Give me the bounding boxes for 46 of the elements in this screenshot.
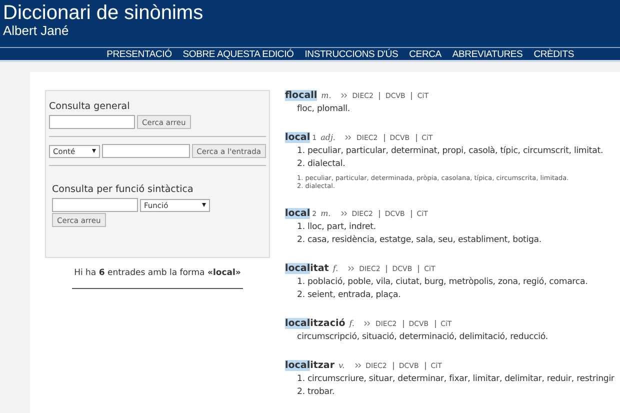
grammar-label: m.	[321, 91, 332, 100]
synonym-line: 1. lloc, part, indret.	[297, 222, 377, 232]
nav-link[interactable]: SOBRE AQUESTA EDICIÓ	[182, 49, 294, 62]
entry-field[interactable]	[102, 144, 190, 158]
synonym-line: 2. dialectal.	[297, 159, 346, 169]
author-name: Albert Jané	[2, 24, 70, 37]
synonym-line: 1. peculiar, particular, determinat, propi, casolà, típic, circumscrit, limitat.	[297, 146, 604, 156]
headword: flocall	[285, 90, 318, 101]
function-field[interactable]	[52, 198, 138, 212]
synonym-line: 1. circumscriure, situar, determinar, fixar, limitar, delimitar, reduir, restringir	[297, 374, 616, 384]
nav-link[interactable]: CRÈDITS	[534, 49, 574, 62]
headword: localitat	[285, 263, 329, 274]
headword: local	[285, 132, 310, 143]
synonym-line: 2. trobar.	[297, 387, 336, 397]
site-title: Diccionari de sinònims	[2, 1, 204, 24]
synonym-line: 1. població, poble, vila, ciutat, burg, metròpolis, zona, regió, comarca.	[297, 277, 589, 287]
synonym-line: floc, plomall.	[297, 104, 352, 114]
grammar-label: f.	[332, 264, 338, 273]
synonym-line: 2. seient, entrada, plaça.	[297, 290, 402, 300]
dropdown-arrow-icon	[92, 149, 96, 153]
search-field[interactable]	[49, 115, 135, 129]
headword: local	[285, 208, 310, 219]
grammar-label: adj.	[320, 133, 336, 142]
grammar-label: f.	[349, 319, 354, 328]
result-count: Hi ha 6 entrades amb la forma «local»	[73, 268, 242, 278]
nav-link[interactable]: PRESENTACIÓ	[106, 49, 172, 62]
section-heading: Consulta general	[49, 101, 131, 112]
dropdown-arrow-icon	[202, 203, 206, 207]
double-chevron-icon	[354, 363, 362, 368]
double-chevron-icon	[345, 135, 352, 140]
nav-link[interactable]: INSTRUCCIONS D'ÚS	[304, 49, 398, 62]
synonym-line: 2. casa, residència, estatge, sala, seu, establiment, botiga.	[297, 235, 543, 245]
headword: localitzar	[285, 360, 335, 371]
synonym-line: circumscripció, situació, determinació, delimitació, reducció.	[297, 332, 549, 342]
double-chevron-icon	[364, 321, 372, 326]
nav-link[interactable]: CERCA	[409, 49, 442, 62]
grammar-label: v.	[338, 361, 345, 370]
homograph-number: 2	[312, 210, 317, 218]
grammar-label: m.	[320, 209, 331, 218]
homograph-number: 1	[312, 134, 317, 142]
double-chevron-icon	[348, 266, 356, 271]
double-chevron-icon	[340, 211, 348, 216]
headword: localització	[285, 318, 346, 329]
nav-link[interactable]: ABREVIATURES	[452, 49, 523, 62]
double-chevron-icon	[341, 93, 348, 98]
section-heading: Consulta per funció sintàctica	[52, 184, 194, 195]
